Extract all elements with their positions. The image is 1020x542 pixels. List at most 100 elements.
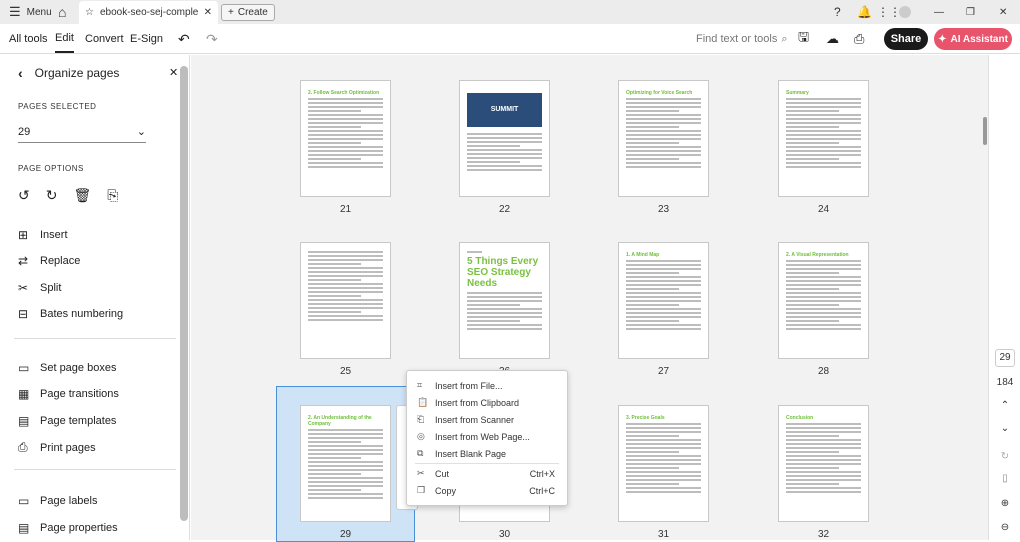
page-thumbnail[interactable]: 1. A Mind Map [618,242,709,359]
page-number: 24 [817,204,830,215]
save-icon[interactable]: 🖫 [798,24,809,54]
menu-item-insert-from-file[interactable]: ⌗ Insert from File... [407,377,567,394]
copy-icon: ❐ [417,485,426,495]
star-icon[interactable]: ☆ [85,7,94,18]
panel-item-page-labels[interactable]: ▭ Page labels [18,494,98,508]
bates-icon: ⊟ [18,307,29,321]
page-thumbnail[interactable]: Optimizing for Voice Search [618,80,709,197]
tab-convert[interactable]: Convert [85,24,124,54]
title-bar: ☰Menu ⌂ ☆ebook-seo-sej-complete-...✕ +Cr… [0,0,1020,24]
panel-item-page-templates[interactable]: ▤ Page templates [18,414,116,428]
avatar[interactable] [899,0,911,24]
page-thumbnail[interactable]: 2. An Understanding of the Company [300,405,391,522]
search-tools[interactable]: Find text or tools ⌕ [696,24,788,54]
previous-page-icon[interactable]: ⌃ [989,400,1020,411]
page-thumbnail[interactable]: Summary [778,80,869,197]
panel-item-page-properties[interactable]: ▤ Page properties [18,521,118,535]
next-page-icon[interactable]: ⌄ [989,423,1020,434]
page-number: 27 [657,366,670,377]
context-menu: ⌗ Insert from File... 📋 Insert from Clipboa… [406,370,568,506]
tab-esign[interactable]: E-Sign [130,24,163,54]
plus-icon: + [228,7,234,18]
divider [14,338,176,339]
page-thumbnail[interactable] [300,242,391,359]
bell-icon[interactable]: 🔔 [857,0,872,24]
document-tab[interactable]: ☆ebook-seo-sej-complete-...✕ [79,1,218,24]
panel-item-split[interactable]: ✂ Split [18,281,61,295]
delete-icon[interactable]: 🗑 [73,187,91,204]
rotate-view-icon[interactable]: ↻ [989,451,1020,462]
page-thumbnail[interactable]: Conclusion [778,405,869,522]
summit-image: SUMMIT [467,93,542,127]
tab-edit[interactable]: Edit [55,24,74,53]
panel-item-print-pages[interactable]: ⎙ Print pages [18,440,96,455]
rotate-left-icon[interactable]: ↺ [18,187,30,204]
print-icon[interactable]: ⎙ [854,24,864,54]
menu-item-copy[interactable]: ❐ Copy Ctrl+C [407,482,567,499]
chevron-down-icon: ⌄ [136,126,146,138]
panel-item-set-page-boxes[interactable]: ▭ Set page boxes [18,361,116,375]
split-icon: ✂ [18,281,29,295]
minimize-icon[interactable]: — [934,0,944,24]
tab-all-tools[interactable]: All tools [9,24,48,54]
panel-item-bates-numbering[interactable]: ⊟ Bates numbering [18,307,123,321]
back-icon[interactable]: ‹ [18,65,23,81]
page-options-label: PAGE OPTIONS [18,164,84,173]
close-panel-icon[interactable]: ✕ [169,66,178,79]
menu-item-insert-from-clipboard[interactable]: 📋 Insert from Clipboard [407,394,567,411]
page-number: 21 [339,204,352,215]
page-number: 29 [339,529,352,540]
upload-icon[interactable]: ☁ [826,24,839,54]
create-button[interactable]: + Create [221,4,275,21]
maximize-icon[interactable]: ❐ [966,0,975,24]
organize-pages-panel: ‹ Organize pages ✕ PAGES SELECTED 29 ⌄ PAG… [0,55,190,540]
menu-separator [415,463,559,464]
page-thumbnail[interactable]: 3. Precise Goals [618,405,709,522]
page-size-icon[interactable]: ▯ [989,473,1020,484]
page-thumbnail[interactable]: 2. A Visual Representation [778,242,869,359]
page-number: 32 [817,529,830,540]
menu-item-insert-from-web-page[interactable]: ◎ Insert from Web Page... [407,428,567,445]
extract-icon[interactable]: ⎘ [107,187,118,204]
pages-selected-label: PAGES SELECTED [18,102,97,111]
panel-scrollbar[interactable] [180,60,188,525]
page-properties-icon: ▤ [18,521,30,535]
rotate-right-icon[interactable]: ↻ [46,187,58,204]
share-button[interactable]: Share [884,28,928,50]
main-scrollbar[interactable] [983,117,987,145]
pages-selected-dropdown[interactable]: 29 ⌄ [18,125,146,143]
panel-title: Organize pages [34,66,120,80]
menu-item-insert-from-scanner[interactable]: ⎗ Insert from Scanner [407,411,567,428]
total-pages: 184 [996,377,1014,388]
page-number: 23 [657,204,670,215]
page-thumbnail[interactable]: 5 Things Every SEO Strategy Needs [459,242,550,359]
scanner-icon: ⎗ [417,414,425,424]
apps-icon[interactable]: ⋮⋮ [877,0,901,24]
page-thumbnail[interactable]: 2. Follow Search Optimization [300,80,391,197]
panel-item-page-transitions[interactable]: ▦ Page transitions [18,387,119,401]
help-icon[interactable]: ? [834,0,841,24]
menu-button[interactable]: ☰ Menu [9,0,52,24]
blank-page-icon: ⧉ [417,448,424,458]
zoom-in-icon[interactable]: ⊕ [989,498,1020,509]
menu-item-insert-blank-page[interactable]: ⧉ Insert Blank Page [407,445,567,462]
zoom-out-icon[interactable]: ⊖ [989,522,1020,533]
panel-item-replace[interactable]: ⇄ Replace [18,254,80,268]
panel-item-insert[interactable]: ⊞ Insert [18,228,68,242]
replace-icon: ⇄ [18,254,29,268]
undo-icon[interactable]: ↶ [178,24,190,54]
print-pages-icon: ⎙ [18,440,28,454]
redo-icon[interactable]: ↷ [206,24,218,54]
home-icon[interactable]: ⌂ [58,0,66,24]
clipboard-icon: 📋 [417,397,429,407]
current-page-input[interactable]: 29 [995,349,1015,367]
insert-icon: ⊞ [18,228,29,242]
set-page-boxes-icon: ▭ [18,361,30,375]
divider [14,469,176,470]
menu-item-cut[interactable]: ✂ Cut Ctrl+X [407,465,567,482]
page-number: 30 [498,529,511,540]
page-thumbnail[interactable]: SUMMIT [459,80,550,197]
ai-assistant-button[interactable]: ✦ AI Assistant [934,28,1012,50]
close-window-icon[interactable]: ✕ [999,0,1007,24]
close-tab-icon[interactable]: ✕ [204,7,212,18]
